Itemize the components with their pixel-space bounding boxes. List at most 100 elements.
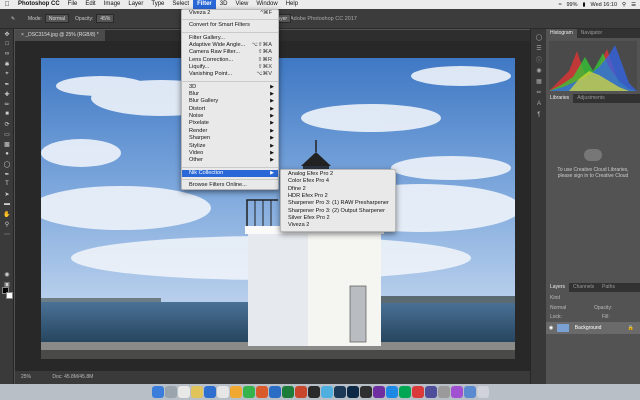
filter-menu-item[interactable]: Noise ▶ (182, 113, 278, 120)
menu-help[interactable]: Help (282, 0, 302, 9)
dock-chrome-icon[interactable] (255, 386, 268, 398)
lock-icon[interactable]: 🔒 (628, 322, 634, 334)
menu-3d[interactable]: 3D (216, 0, 232, 9)
quick-mask-icon[interactable]: ◉ (0, 269, 14, 279)
dock-app-icon[interactable] (424, 386, 437, 398)
crop-tool-icon[interactable]: ⌖ (0, 69, 14, 79)
wifi-icon[interactable]: ≈ (558, 2, 561, 8)
filter-menu-item[interactable]: Stylize ▶ (182, 143, 278, 150)
dock-calendar-icon[interactable] (216, 386, 229, 398)
zoom-level[interactable]: 25% (21, 374, 31, 380)
move-tool-icon[interactable]: ✥ (0, 29, 14, 39)
document-tab[interactable]: × _DSC3154.jpg @ 25% (RGB/8) * (15, 30, 105, 41)
opacity-field[interactable]: 45% (96, 14, 115, 23)
filter-menu-item[interactable]: Camera Raw Filter... ⇧⌘A (182, 49, 278, 56)
filter-menu-item[interactable]: Sharpen ▶ (182, 135, 278, 142)
dock-powerpoint-icon[interactable] (294, 386, 307, 398)
dock-mail-icon[interactable] (203, 386, 216, 398)
menu-file[interactable]: File (64, 0, 82, 9)
lasso-tool-icon[interactable]: ∞ (0, 49, 14, 59)
filter-menu-item[interactable]: Filter Gallery... (182, 35, 278, 42)
properties-icon[interactable]: ☰ (531, 43, 547, 54)
nik-menu-item[interactable]: Analog Efex Pro 2 (281, 171, 395, 178)
info-icon[interactable]: ⓘ (531, 54, 547, 65)
healing-tool-icon[interactable]: ✚ (0, 89, 14, 99)
dock-app-icon[interactable] (320, 386, 333, 398)
menu-window[interactable]: Window (252, 0, 281, 9)
character-icon[interactable]: A (531, 98, 547, 109)
dock-messages-icon[interactable] (242, 386, 255, 398)
filter-menu-item[interactable]: Convert for Smart Filters (182, 22, 278, 29)
tab-adjustments[interactable]: Adjustments (573, 94, 609, 103)
filter-menu-item[interactable]: Other ▶ (182, 157, 278, 164)
more-tools-icon[interactable]: ⋯ (0, 229, 14, 239)
nik-menu-item[interactable]: Color Efex Pro 4 (281, 178, 395, 185)
filter-menu-item[interactable]: Blur ▶ (182, 91, 278, 98)
nik-menu-item[interactable]: Dfine 2 (281, 186, 395, 193)
dock-finder-icon[interactable] (151, 386, 164, 398)
filter-menu-item[interactable]: Lens Correction... ⇧⌘R (182, 57, 278, 64)
menu-filter[interactable]: Filter (193, 0, 216, 9)
tab-libraries[interactable]: Libraries (546, 94, 574, 103)
mode-select[interactable]: Normal (44, 14, 70, 23)
blur-tool-icon[interactable]: ● (0, 149, 14, 159)
color-icon[interactable]: ◉ (531, 65, 547, 76)
menu-layer[interactable]: Layer (124, 0, 147, 9)
nik-menu-item[interactable]: Sharpener Pro 3: (2) Output Sharpener (281, 208, 395, 215)
filter-menu-item[interactable]: 3D ▶ (182, 84, 278, 91)
swatches-icon[interactable]: ▦ (531, 76, 547, 87)
gradient-tool-icon[interactable]: ▩ (0, 139, 14, 149)
shape-tool-icon[interactable]: ▬ (0, 199, 14, 209)
dock-app-icon[interactable] (450, 386, 463, 398)
visibility-eye-icon[interactable]: ◉ (546, 322, 556, 334)
doc-size[interactable]: Doc: 45.8M/45.8M (52, 374, 93, 380)
filter-menu-item[interactable]: Video ▶ (182, 150, 278, 157)
zoom-tool-icon[interactable]: ⚲ (0, 219, 14, 229)
quick-select-tool-icon[interactable]: ✱ (0, 59, 14, 69)
apple-icon[interactable]:  (0, 1, 14, 8)
dock-app-icon[interactable] (411, 386, 424, 398)
dock-photos-icon[interactable] (229, 386, 242, 398)
path-select-icon[interactable]: ➤ (0, 189, 14, 199)
eraser-tool-icon[interactable]: ▭ (0, 129, 14, 139)
dock-system-preferences-icon[interactable] (437, 386, 450, 398)
nik-menu-item[interactable]: Silver Efex Pro 2 (281, 215, 395, 222)
history-brush-icon[interactable]: ⟳ (0, 119, 14, 129)
tab-histogram[interactable]: Histogram (546, 29, 577, 38)
menu-type[interactable]: Type (147, 0, 168, 9)
filter-menu-item[interactable]: Distort ▶ (182, 106, 278, 113)
dock-photoshop-icon[interactable] (346, 386, 359, 398)
tab-paths[interactable]: Paths (598, 283, 619, 292)
dock-app-icon[interactable] (398, 386, 411, 398)
menu-select[interactable]: Select (168, 0, 193, 9)
dock-word-icon[interactable] (268, 386, 281, 398)
history-icon[interactable]: ◯ (531, 32, 547, 43)
list-icon[interactable]: ☰ (631, 2, 636, 8)
menu-view[interactable]: View (231, 0, 252, 9)
dock-bridge-icon[interactable] (359, 386, 372, 398)
battery-icon[interactable]: ▮ (582, 2, 585, 8)
paragraph-icon[interactable]: ¶ (531, 109, 547, 120)
dock-app-icon[interactable] (307, 386, 320, 398)
filter-menu-item[interactable]: Render ▶ (182, 128, 278, 135)
menu-app[interactable]: Photoshop CC (14, 0, 64, 9)
filter-menu-item[interactable]: Nik Collection ▶ (182, 169, 278, 177)
brush-tool-icon[interactable]: ✏ (0, 99, 14, 109)
dock-notes-icon[interactable] (190, 386, 203, 398)
marquee-tool-icon[interactable]: □ (0, 39, 14, 49)
dock-lightroom-icon[interactable] (333, 386, 346, 398)
menu-edit[interactable]: Edit (81, 0, 99, 9)
filter-menu-item[interactable]: Browse Filters Online... (182, 182, 278, 189)
clock[interactable]: Wed 16:10 (591, 2, 618, 8)
nik-menu-item[interactable]: Viveza 2 (281, 222, 395, 229)
dock-trash-icon[interactable] (476, 386, 489, 398)
eyedropper-tool-icon[interactable]: ✒ (0, 79, 14, 89)
filter-menu-item[interactable]: Vanishing Point... ⌥⌘V (182, 71, 278, 78)
filter-menu-item[interactable]: Blur Gallery ▶ (182, 98, 278, 105)
dock-safari-icon[interactable] (177, 386, 190, 398)
menu-image[interactable]: Image (100, 0, 125, 9)
dock-launchpad-icon[interactable] (164, 386, 177, 398)
search-icon[interactable]: ⚲ (622, 2, 626, 8)
dock-app-icon[interactable] (385, 386, 398, 398)
brush-settings-icon[interactable]: ✏ (531, 87, 547, 98)
